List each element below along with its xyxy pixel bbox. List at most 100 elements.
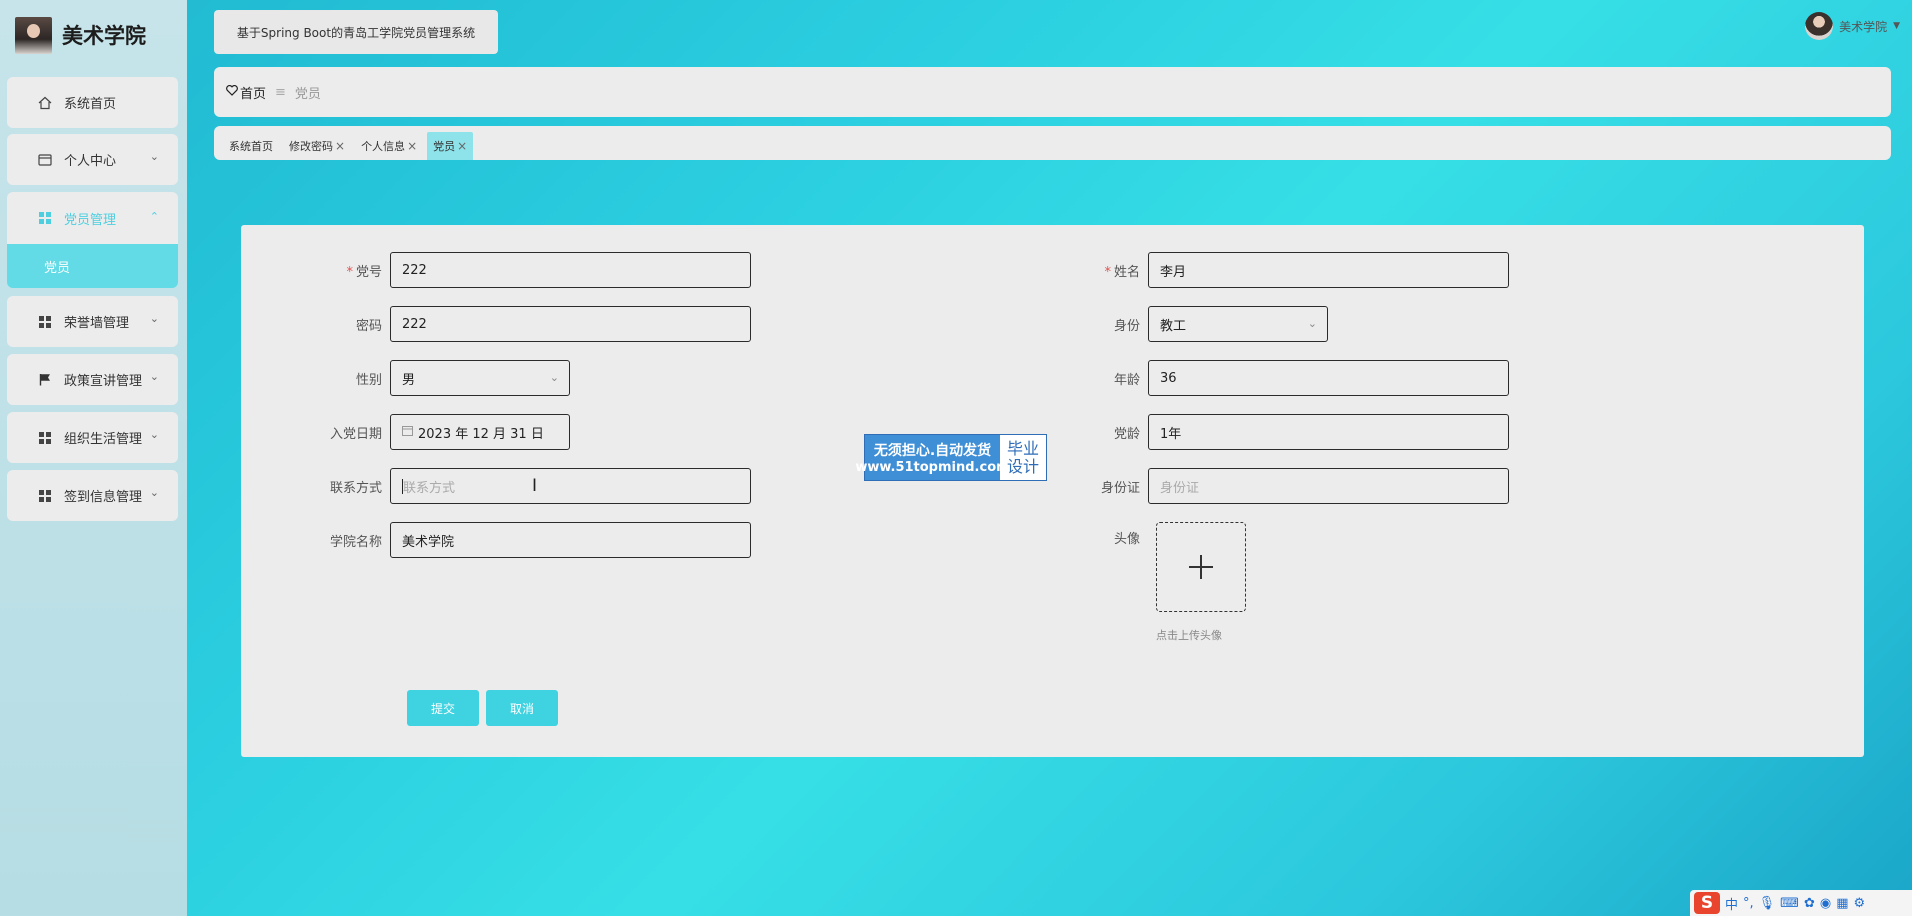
join-date-picker[interactable]: 2023 年 12 月 31 日 bbox=[390, 414, 570, 450]
watermark-right: 毕业 设计 bbox=[1000, 435, 1046, 480]
watermark-right2: 设计 bbox=[1006, 456, 1039, 476]
sidebar-subitem-party-member[interactable]: 党员 bbox=[7, 244, 178, 288]
gender-select[interactable]: 男 ⌄ bbox=[390, 360, 570, 396]
sidebar-item-policy-lecture[interactable]: 政策宣讲管理 ⌄ bbox=[7, 354, 178, 405]
breadcrumb: 首页 ≡ 党员 bbox=[214, 67, 1891, 117]
chevron-down-icon: ⌄ bbox=[149, 370, 159, 383]
gender-value: 男 bbox=[402, 372, 416, 388]
required-mark: * bbox=[1104, 264, 1111, 280]
cancel-button[interactable]: 取消 bbox=[486, 690, 558, 726]
robot-icon[interactable]: ◉ bbox=[1820, 896, 1831, 911]
tab-label: 个人信息 bbox=[361, 140, 406, 153]
system-title: 基于Spring Boot的青岛工学院党员管理系统 bbox=[214, 10, 498, 54]
sidebar-item-label: 政策宣讲管理 bbox=[64, 374, 143, 389]
tab-personal-info[interactable]: 个人信息 × bbox=[355, 132, 423, 160]
caret-down-icon[interactable]: ▼ bbox=[1893, 21, 1900, 31]
grid-icon bbox=[35, 315, 55, 328]
grid-icon bbox=[35, 489, 55, 502]
party-no-input[interactable]: 222 bbox=[390, 252, 751, 288]
join-date-value: 2023 年 12 月 31 日 bbox=[418, 426, 544, 442]
field-join-date: 入党日期 2023 年 12 月 31 日 bbox=[310, 414, 570, 450]
field-label: 头像 bbox=[1113, 532, 1140, 547]
field-label: 学院名称 bbox=[329, 534, 382, 550]
sidebar-item-org-life[interactable]: 组织生活管理 ⌄ bbox=[7, 412, 178, 463]
user-photo-icon bbox=[15, 16, 52, 54]
tab-bar: 系统首页 修改密码 × 个人信息 × 党员 × bbox=[214, 126, 1891, 160]
grid-icon bbox=[35, 431, 55, 444]
party-age-input[interactable]: 1年 bbox=[1148, 414, 1509, 450]
field-college: 学院名称 美术学院 bbox=[310, 522, 751, 558]
user-menu[interactable]: 美术学院 ▼ bbox=[1805, 12, 1900, 40]
tab-label: 系统首页 bbox=[229, 140, 273, 153]
chevron-down-icon: ⌄ bbox=[149, 486, 159, 499]
avatar-upload[interactable] bbox=[1156, 522, 1246, 612]
sidebar-item-label: 组织生活管理 bbox=[64, 432, 143, 447]
keyboard-icon[interactable]: ⌨ bbox=[1780, 896, 1799, 911]
chevron-down-icon: ⌄ bbox=[149, 428, 159, 441]
id-card-icon bbox=[35, 153, 55, 166]
close-icon[interactable]: × bbox=[335, 139, 345, 153]
field-avatar: 头像 bbox=[1064, 522, 1148, 558]
sidebar: 美术学院 系统首页 个人中心 ⌄ 党员管理 ⌃ 党员 荣誉墙管理 ⌄ 政策宣讲管… bbox=[0, 0, 187, 916]
tab-label: 修改密码 bbox=[289, 140, 333, 153]
close-icon[interactable]: × bbox=[407, 139, 417, 153]
breadcrumb-home[interactable]: 首页 bbox=[240, 83, 266, 102]
sidebar-item-label: 签到信息管理 bbox=[64, 490, 143, 505]
tab-party-member[interactable]: 党员 × bbox=[427, 132, 474, 160]
settings-icon[interactable]: ⚙ bbox=[1853, 896, 1865, 911]
chevron-down-icon: ⌄ bbox=[149, 150, 159, 163]
avatar[interactable] bbox=[1805, 12, 1834, 40]
ime-lang[interactable]: 中 bbox=[1725, 894, 1738, 913]
ime-toolbar: S 中 °, 🎙 ⌨ ✿ ◉ ▦ ⚙ bbox=[1690, 890, 1912, 916]
identity-select[interactable]: 教工 ⌄ bbox=[1148, 306, 1328, 342]
sidebar-item-sign-in[interactable]: 签到信息管理 ⌄ bbox=[7, 470, 178, 521]
required-mark: * bbox=[346, 264, 353, 280]
field-label: * 党号 bbox=[310, 261, 390, 280]
upload-hint: 点击上传头像 bbox=[1156, 629, 1222, 642]
breadcrumb-separator-icon: ≡ bbox=[275, 84, 286, 100]
punctuation-icon[interactable]: °, bbox=[1743, 896, 1754, 911]
tab-home[interactable]: 系统首页 bbox=[223, 132, 279, 160]
submit-button[interactable]: 提交 bbox=[407, 690, 479, 726]
microphone-icon[interactable]: 🎙 bbox=[1759, 896, 1776, 911]
close-icon[interactable]: × bbox=[457, 139, 467, 153]
field-contact: 联系方式 联系方式 I bbox=[310, 468, 751, 504]
text-cursor bbox=[402, 479, 403, 494]
sidebar-item-personal-center[interactable]: 个人中心 ⌄ bbox=[7, 134, 178, 185]
flag-icon bbox=[35, 373, 55, 386]
name-input[interactable]: 李月 bbox=[1148, 252, 1509, 288]
apps-grid-icon[interactable]: ▦ bbox=[1836, 896, 1848, 911]
field-label: 密码 bbox=[355, 318, 382, 334]
field-label: 党龄 bbox=[1113, 426, 1140, 442]
password-input[interactable]: 222 bbox=[390, 306, 751, 342]
college-input[interactable]: 美术学院 bbox=[390, 522, 751, 558]
label-text: 党号 bbox=[355, 264, 382, 280]
brand-title: 美术学院 bbox=[62, 24, 146, 48]
plus-icon-vertical bbox=[1200, 555, 1202, 579]
sidebar-subitem-label: 党员 bbox=[44, 260, 71, 276]
watermark-badge: 无须担心.自动发货 www.51topmind.com 毕业 设计 bbox=[855, 434, 1047, 481]
field-name: * 姓名 李月 bbox=[1064, 252, 1509, 288]
heart-icon bbox=[226, 84, 238, 100]
skin-icon[interactable]: ✿ bbox=[1804, 896, 1815, 911]
watermark-left: 无须担心.自动发货 www.51topmind.com bbox=[855, 435, 1010, 480]
id-card-input[interactable]: 身份证 bbox=[1148, 468, 1509, 504]
field-party-age: 党龄 1年 bbox=[1064, 414, 1509, 450]
tab-change-password[interactable]: 修改密码 × bbox=[283, 132, 351, 160]
sidebar-item-honor-wall[interactable]: 荣誉墙管理 ⌄ bbox=[7, 296, 178, 347]
contact-placeholder: 联系方式 bbox=[403, 480, 456, 496]
grid-icon bbox=[35, 212, 55, 224]
field-label: 身份 bbox=[1113, 318, 1140, 334]
sidebar-item-party-management[interactable]: 党员管理 ⌃ bbox=[7, 192, 178, 244]
sidebar-item-home[interactable]: 系统首页 bbox=[7, 77, 178, 128]
ibeam-cursor-icon: I bbox=[532, 476, 538, 496]
member-form: * 党号 222 密码 222 性别 男 ⌄ 入党日期 2023 年 12 月 3… bbox=[241, 225, 1864, 757]
age-input[interactable]: 36 bbox=[1148, 360, 1509, 396]
sogou-logo-icon[interactable]: S bbox=[1694, 892, 1720, 914]
field-password: 密码 222 bbox=[310, 306, 751, 342]
home-icon bbox=[35, 96, 55, 110]
watermark-line2: www.51topmind.com bbox=[855, 460, 1010, 475]
user-name[interactable]: 美术学院 bbox=[1839, 18, 1887, 35]
field-label: 年龄 bbox=[1113, 372, 1140, 388]
contact-input[interactable]: 联系方式 I bbox=[390, 468, 751, 504]
